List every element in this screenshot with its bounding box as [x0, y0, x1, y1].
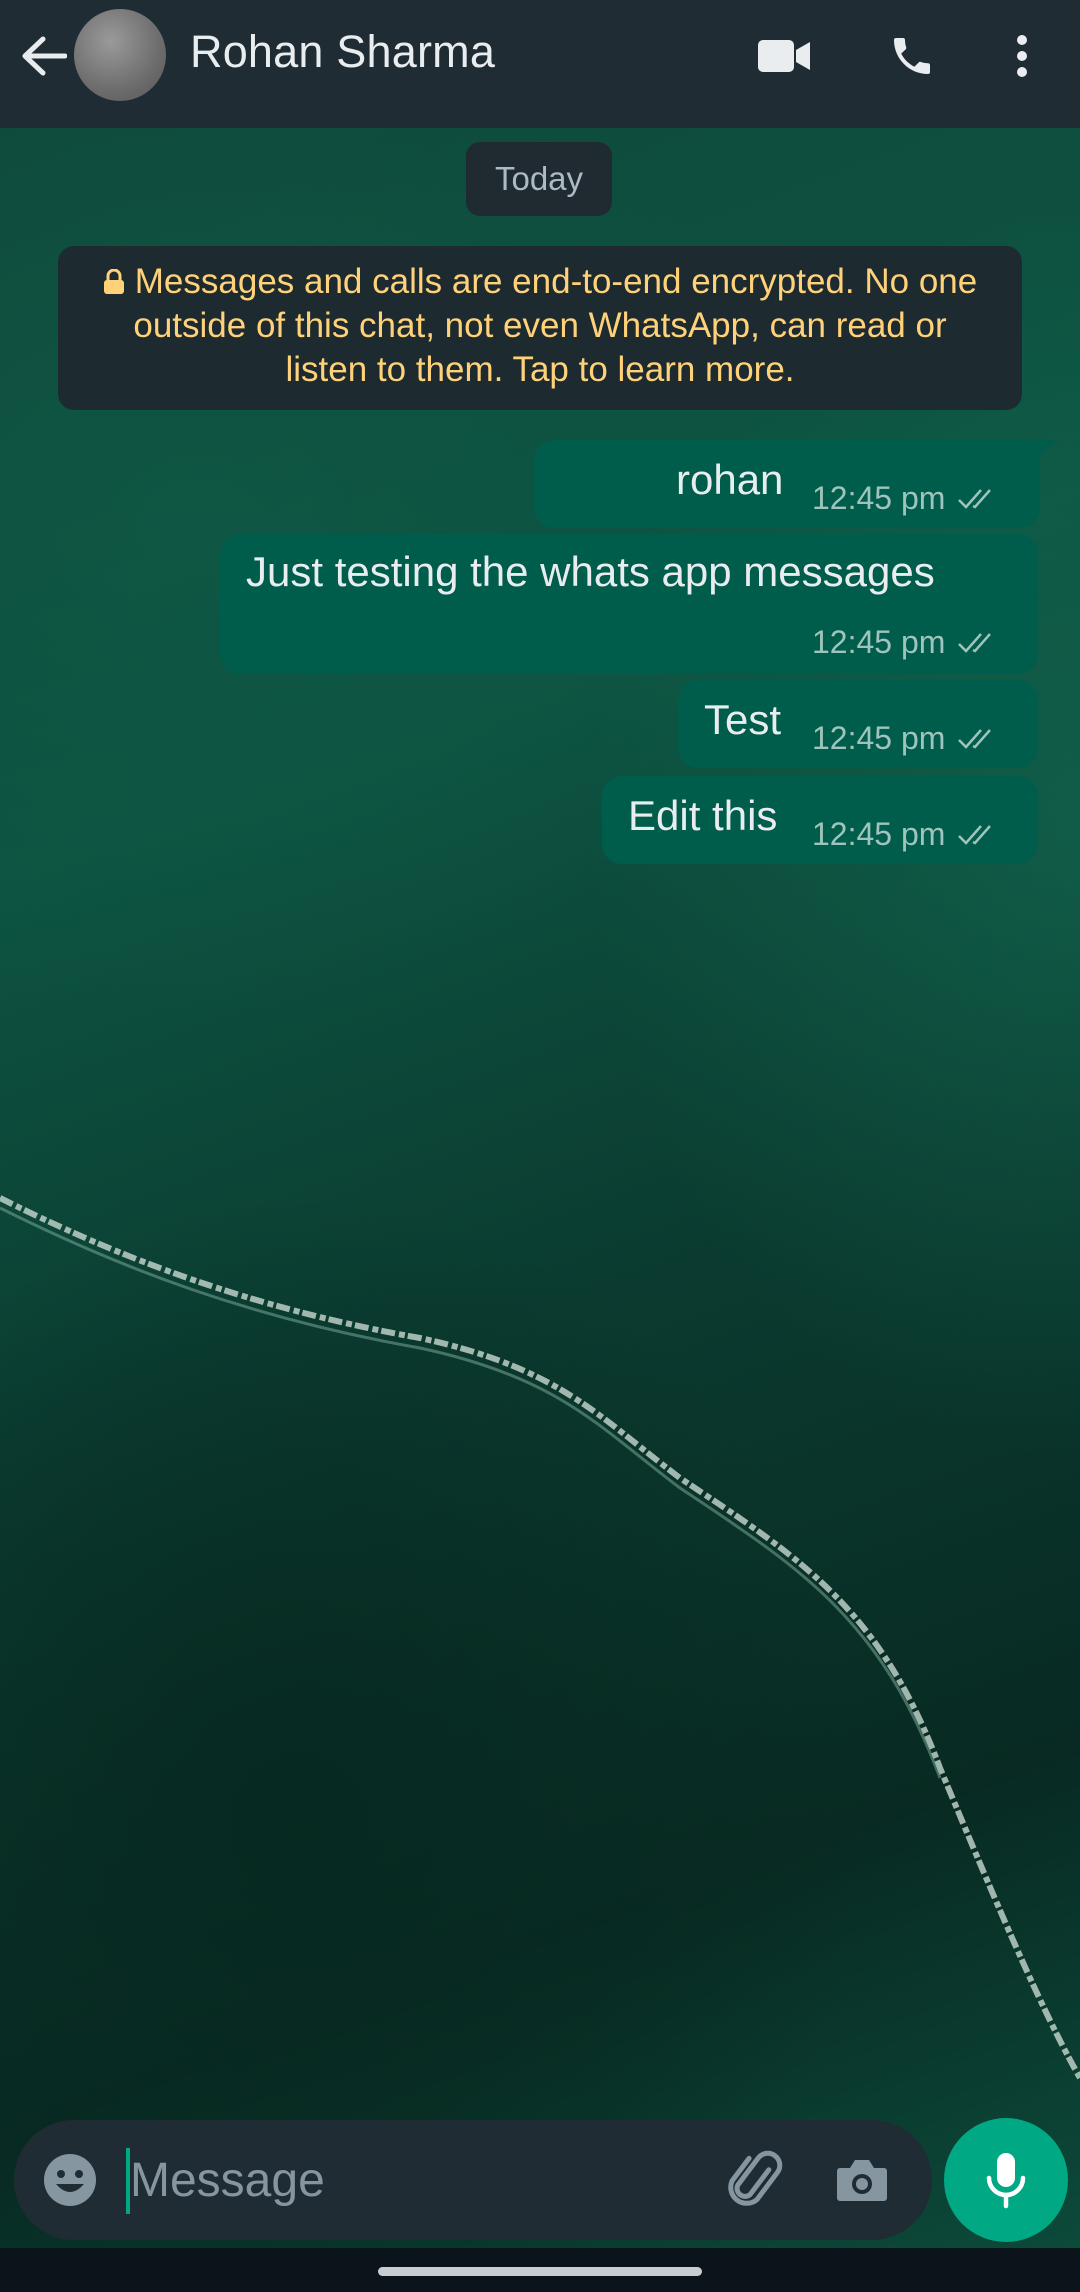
chat-header: Rohan Sharma [0, 0, 1080, 128]
message-bubble[interactable]: Test 12:45 pm [678, 680, 1038, 768]
encryption-notice[interactable]: Messages and calls are end-to-end encryp… [58, 246, 1022, 410]
message-meta: 12:45 pm [812, 816, 1001, 853]
read-ticks-icon [958, 488, 992, 509]
attach-icon[interactable] [720, 2146, 786, 2212]
system-nav-bar [0, 2248, 1080, 2292]
message-input[interactable] [130, 2142, 690, 2218]
message-meta: 12:45 pm [812, 480, 1001, 517]
message-text: Just testing the whats app messages [246, 548, 935, 595]
bubble-tail [1028, 440, 1058, 466]
message-composer [14, 2120, 932, 2240]
lock-icon [103, 269, 124, 294]
mic-button[interactable] [944, 2118, 1068, 2242]
message-text: Edit this [628, 792, 778, 839]
camera-icon[interactable] [832, 2150, 892, 2210]
chat-area[interactable]: Today Messages and calls are end-to-end … [0, 128, 1080, 2248]
contact-name[interactable]: Rohan Sharma [190, 26, 495, 78]
message-bubble[interactable]: Edit this 12:45 pm [602, 776, 1038, 864]
video-call-icon[interactable] [754, 28, 814, 84]
message-bubble[interactable]: Just testing the whats app messages 12:4… [220, 534, 1038, 674]
message-text: Test [704, 696, 782, 743]
message-time: 12:45 pm [812, 624, 946, 660]
home-gesture-pill[interactable] [378, 2267, 702, 2276]
message-time: 12:45 pm [812, 480, 946, 516]
encryption-notice-text: Messages and calls are end-to-end encryp… [133, 262, 978, 389]
back-arrow-icon[interactable] [18, 30, 70, 82]
message-text: rohan [676, 456, 784, 503]
emoji-icon[interactable] [40, 2150, 100, 2210]
message-time: 12:45 pm [812, 816, 946, 852]
message-time: 12:45 pm [812, 720, 946, 756]
read-ticks-icon [958, 632, 992, 653]
read-ticks-icon [958, 728, 992, 749]
date-chip: Today [466, 142, 612, 216]
message-bubble[interactable]: rohan 12:45 pm [534, 440, 1058, 528]
message-meta: 12:45 pm [812, 720, 1001, 757]
message-meta: 12:45 pm [812, 624, 1001, 661]
avatar[interactable] [74, 9, 166, 101]
more-options-icon[interactable] [992, 28, 1052, 84]
phone-icon[interactable] [882, 28, 942, 84]
read-ticks-icon [958, 824, 992, 845]
mic-icon [986, 2153, 1026, 2209]
